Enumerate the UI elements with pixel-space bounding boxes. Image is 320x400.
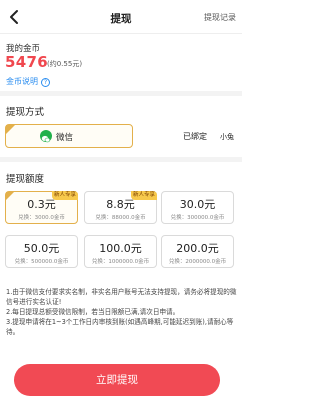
amount-cost: 兑换：88000.0金币 <box>95 215 146 221</box>
amount-section-title: 提现额度 <box>6 174 45 185</box>
amount-option[interactable]: 50.0元 兑换：500000.0金币 <box>5 235 78 268</box>
withdraw-records-link[interactable]: 提现记录 <box>204 12 236 23</box>
wechat-label: 微信 <box>56 133 74 143</box>
header-bar: 提现 提现记录 <box>0 0 242 34</box>
note-item: 3.提现申请将在1~3个工作日内审核到账(如遇高峰期,可能延迟到账),请耐心等待… <box>6 318 234 336</box>
wechat-method-option[interactable]: 微信 <box>5 124 133 148</box>
note-item: 2.每日提现总额受微信限制，若当日限额已满,请次日申请。 <box>6 308 180 316</box>
amount-value: 50.0元 <box>23 242 60 255</box>
gold-amount: 5476 <box>5 53 48 71</box>
withdraw-notes: 1.由于微信支付要求实名制，非实名用户账号无法支持提现，请务必将提现的微信号进行… <box>6 287 238 337</box>
bound-status: 已绑定 <box>183 132 207 141</box>
gold-help-label: 金币说明 <box>6 77 38 86</box>
selected-corner-icon <box>6 125 15 134</box>
amount-cost: 兑换：3000.0金币 <box>18 215 65 221</box>
note-item: 1.由于微信支付要求实名制，非实名用户账号无法支持提现，请务必将提现的微信号进行… <box>6 288 237 306</box>
amount-value: 30.0元 <box>179 198 216 211</box>
amount-value: 0.3元 <box>27 198 56 211</box>
amount-option[interactable]: 200.0元 兑换：2000000.0金币 <box>161 235 234 268</box>
gold-help-link[interactable]: 金币说明? <box>6 76 50 87</box>
wechat-icon <box>40 130 52 143</box>
amount-option[interactable]: 新人专享 0.3元 兑换：3000.0金币 <box>5 191 78 224</box>
amount-value: 100.0元 <box>99 242 142 255</box>
amount-value: 200.0元 <box>176 242 219 255</box>
method-section-title: 提现方式 <box>6 107 45 118</box>
divider <box>0 91 242 96</box>
amount-option[interactable]: 100.0元 兑换：1000000.0金币 <box>84 235 157 268</box>
amount-cost: 兑换：1000000.0金币 <box>91 259 150 265</box>
amount-cost: 兑换：2000000.0金币 <box>168 259 227 265</box>
amount-value: 8.8元 <box>106 198 135 211</box>
amount-option[interactable]: 30.0元 兑换：300000.0金币 <box>161 191 234 224</box>
bound-account-name: 小兔 <box>220 133 234 141</box>
question-icon: ? <box>41 78 50 87</box>
divider <box>0 157 242 162</box>
gold-rmb-value: (约0.55元) <box>47 60 83 68</box>
amount-cost: 兑换：300000.0金币 <box>170 215 225 221</box>
gold-balance-section: 我的金币 5476 (约0.55元) 金币说明? <box>0 38 242 90</box>
withdraw-submit-button[interactable]: 立即提现 <box>14 364 220 396</box>
amount-cost: 兑换：500000.0金币 <box>14 259 69 265</box>
amount-option[interactable]: 新人专享 8.8元 兑换：88000.0金币 <box>84 191 157 224</box>
